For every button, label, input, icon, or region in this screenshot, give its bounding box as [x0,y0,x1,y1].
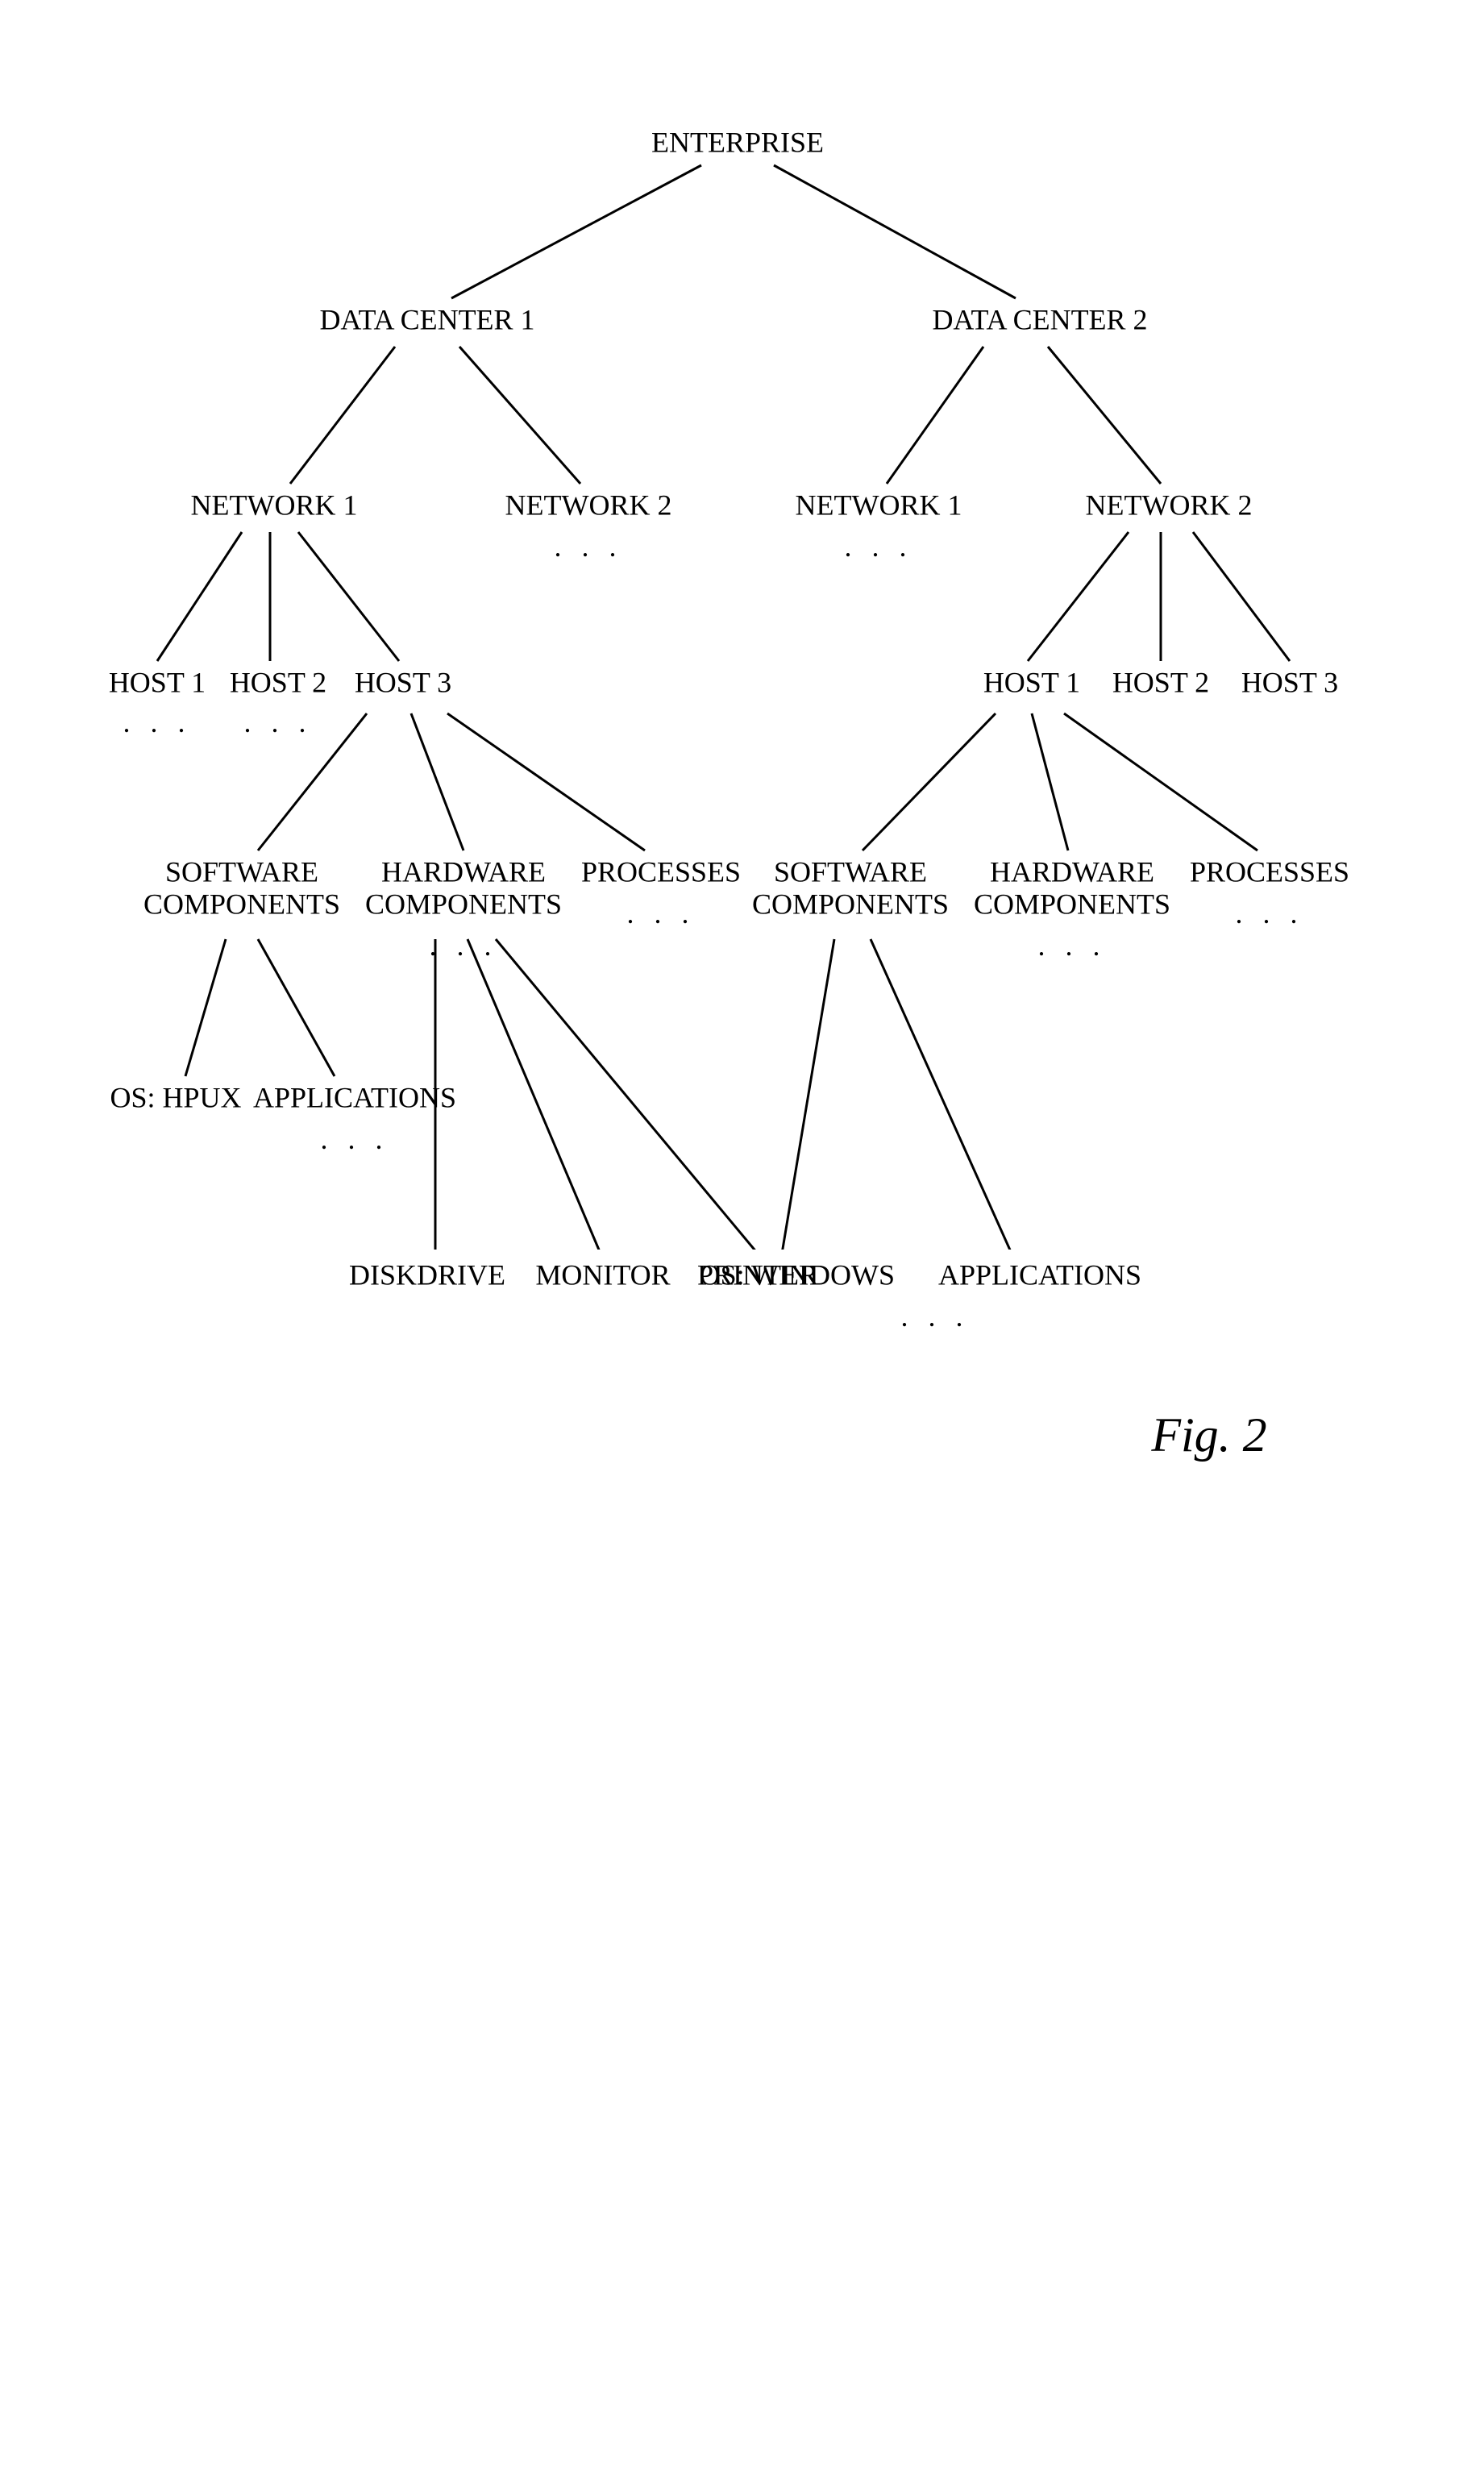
figure-label: Fig. 2 [1150,1408,1266,1462]
diagram-overlay-2: DISKDRIVE MONITOR PRINTER OS: WINDOWS OS… [0,0,1484,2491]
ellipsis-sw-right: . . . [901,1300,970,1333]
node-applications-right: APPLICATIONS [938,1258,1141,1291]
node-monitor-2: MONITOR [535,1258,670,1291]
node-os-windows-3: OS: WINDOWS [700,1258,895,1291]
node-diskdrive-2: DISKDRIVE [349,1258,505,1291]
